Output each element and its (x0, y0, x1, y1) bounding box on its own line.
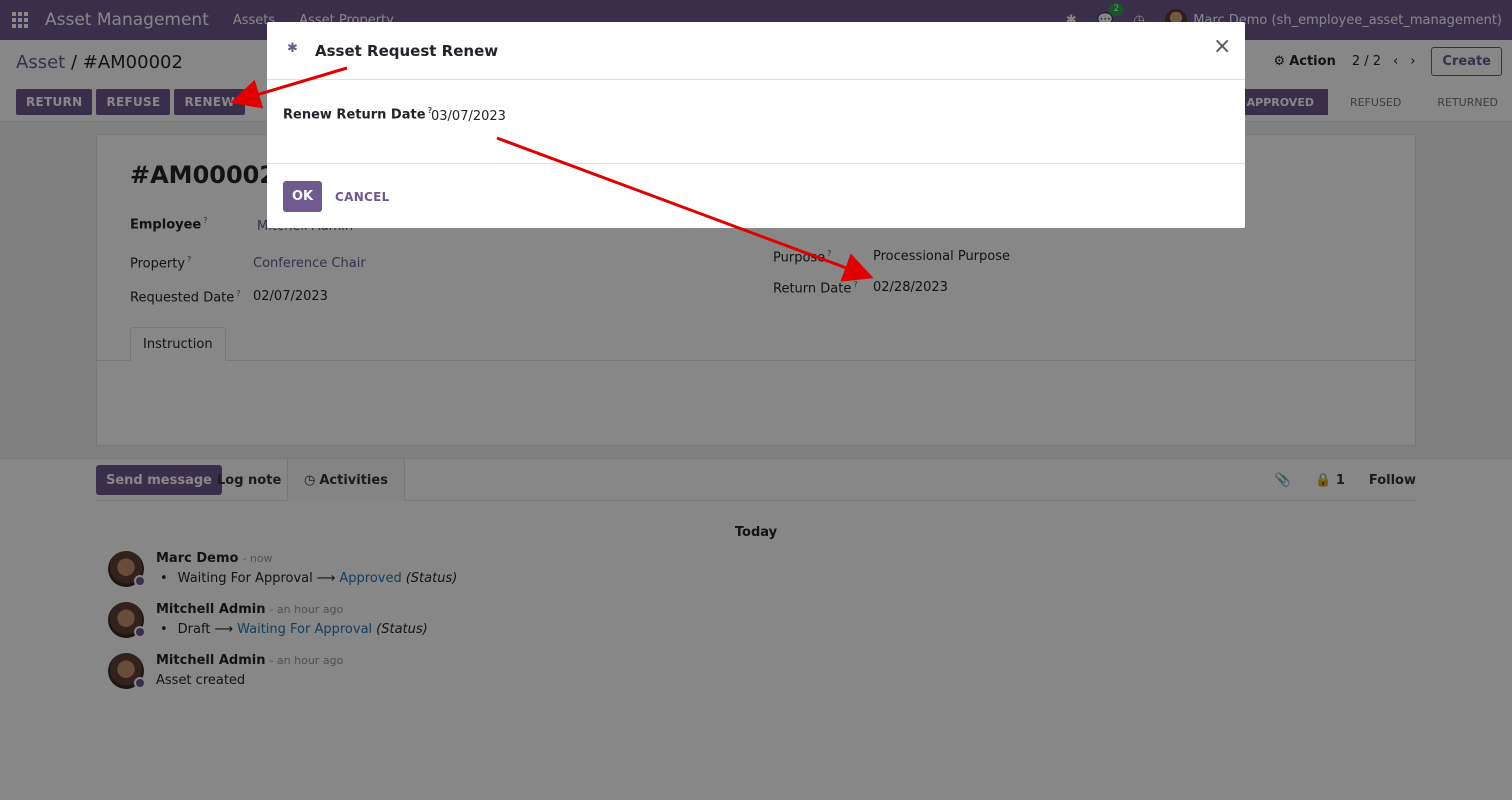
bug-icon: ✱ (287, 41, 298, 56)
asset-request-renew-dialog: ✱ Asset Request Renew × Renew Return Dat… (267, 22, 1245, 228)
renew-return-date-label: Renew Return Date? (283, 106, 432, 122)
dialog-body: Renew Return Date? 03/07/2023 (267, 80, 1245, 164)
close-icon[interactable]: × (1213, 36, 1231, 58)
renew-return-date-field[interactable]: 03/07/2023 (431, 109, 506, 124)
app-root: Asset Management Assets Asset Property ✱… (0, 0, 1512, 800)
dialog-title: Asset Request Renew (315, 42, 499, 60)
ok-button[interactable]: OK (283, 181, 322, 212)
cancel-button[interactable]: CANCEL (335, 181, 390, 212)
renew-label-text: Renew Return Date (283, 107, 426, 123)
dialog-header: ✱ Asset Request Renew × (267, 22, 1245, 80)
dialog-footer: OK CANCEL (267, 164, 1245, 228)
